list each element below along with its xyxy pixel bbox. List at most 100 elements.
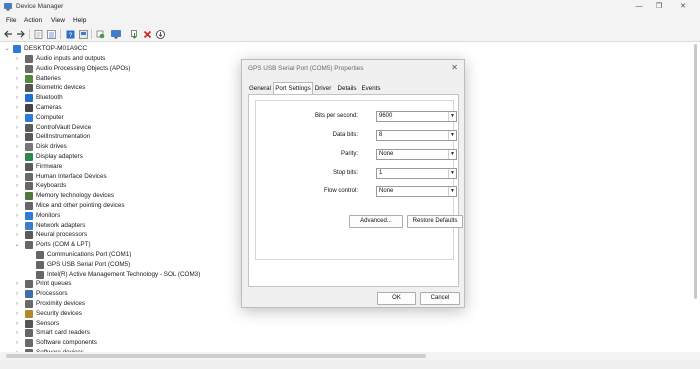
chevron-down-icon[interactable]: ▼ bbox=[448, 112, 456, 121]
advanced-button[interactable]: Advanced... bbox=[349, 215, 403, 228]
help-icon[interactable]: ? bbox=[65, 29, 75, 39]
chevron-right-icon[interactable]: › bbox=[14, 124, 20, 132]
menu-file[interactable]: File bbox=[6, 17, 16, 24]
menu-help[interactable]: Help bbox=[73, 17, 86, 24]
properties-sheet-icon[interactable] bbox=[33, 29, 43, 39]
stop-bits-select[interactable]: 1 ▼ bbox=[376, 168, 457, 179]
chevron-right-icon[interactable]: › bbox=[14, 173, 20, 181]
tree-category[interactable]: › Print queues bbox=[0, 279, 230, 289]
tree-category[interactable]: › Processors bbox=[0, 289, 230, 299]
chevron-right-icon[interactable]: › bbox=[14, 153, 20, 161]
download-icon[interactable] bbox=[155, 29, 165, 39]
ok-button[interactable]: OK bbox=[377, 292, 416, 305]
tree-category[interactable]: › Bluetooth bbox=[0, 93, 230, 103]
restore-defaults-button[interactable]: Restore Defaults bbox=[407, 215, 463, 228]
list-view-icon[interactable] bbox=[46, 29, 56, 39]
chevron-right-icon[interactable]: › bbox=[14, 182, 20, 190]
tree-category[interactable]: › Batteries bbox=[0, 74, 230, 84]
tree-category[interactable]: › Audio Processing Objects (APOs) bbox=[0, 64, 230, 74]
tree-category[interactable]: › Software components bbox=[0, 338, 230, 348]
chevron-right-icon[interactable]: › bbox=[14, 202, 20, 210]
chevron-right-icon[interactable]: › bbox=[14, 290, 20, 298]
tree-category[interactable]: › Monitors bbox=[0, 211, 230, 221]
dialog-close-button[interactable]: ✕ bbox=[451, 63, 458, 72]
chevron-right-icon[interactable]: › bbox=[14, 212, 20, 220]
tree-category[interactable]: › Mice and other pointing devices bbox=[0, 201, 230, 211]
chevron-down-icon[interactable]: ▼ bbox=[448, 169, 456, 178]
tree-category[interactable]: › Proximity devices bbox=[0, 299, 230, 309]
tree-category[interactable]: › ControlVault Device bbox=[0, 123, 230, 133]
chevron-right-icon[interactable]: › bbox=[14, 163, 20, 171]
chevron-right-icon[interactable]: › bbox=[14, 133, 20, 141]
menu-action[interactable]: Action bbox=[24, 17, 42, 24]
tab-details[interactable]: Details bbox=[336, 84, 358, 94]
chevron-down-icon[interactable]: ▼ bbox=[448, 187, 456, 196]
chevron-right-icon[interactable]: › bbox=[14, 310, 20, 318]
update-driver-icon[interactable] bbox=[129, 29, 139, 39]
chevron-right-icon[interactable]: › bbox=[14, 84, 20, 92]
horizontal-scrollbar[interactable] bbox=[0, 352, 700, 360]
horizontal-scroll-thumb[interactable] bbox=[6, 354, 426, 358]
device-panel-icon[interactable] bbox=[78, 29, 88, 39]
refresh-icon[interactable] bbox=[95, 29, 105, 39]
chevron-right-icon[interactable]: › bbox=[14, 329, 20, 337]
chevron-right-icon[interactable]: › bbox=[14, 114, 20, 122]
chevron-down-icon[interactable]: ⌄ bbox=[4, 45, 10, 53]
tree-category[interactable]: › DellInstrumentation bbox=[0, 132, 230, 142]
tree-category[interactable]: › Network adapters bbox=[0, 221, 230, 231]
parity-select[interactable]: None ▼ bbox=[376, 149, 457, 160]
chevron-right-icon[interactable]: › bbox=[14, 222, 20, 230]
chevron-down-icon[interactable]: ▼ bbox=[448, 131, 456, 140]
chevron-right-icon[interactable]: › bbox=[14, 339, 20, 347]
tab-events[interactable]: Events bbox=[360, 84, 382, 94]
tree-category[interactable]: › Cameras bbox=[0, 103, 230, 113]
flow-control-select[interactable]: None ▼ bbox=[376, 186, 457, 197]
close-window-button[interactable]: ✕ bbox=[676, 2, 690, 12]
menu-view[interactable]: View bbox=[51, 17, 65, 24]
chevron-right-icon[interactable]: › bbox=[14, 143, 20, 151]
tree-category[interactable]: › Security devices bbox=[0, 309, 230, 319]
maximize-button[interactable]: ❐ bbox=[652, 2, 666, 12]
tab-general[interactable]: General bbox=[248, 84, 272, 94]
tree-category[interactable]: › Smart card readers bbox=[0, 328, 230, 338]
chevron-down-icon[interactable]: ▼ bbox=[448, 150, 456, 159]
tree-category[interactable]: › Neural processors bbox=[0, 230, 230, 240]
chevron-right-icon[interactable]: › bbox=[14, 94, 20, 102]
chevron-right-icon[interactable]: › bbox=[14, 320, 20, 328]
tree-child-item[interactable]: Communications Port (COM1) bbox=[0, 250, 230, 260]
chevron-right-icon[interactable]: › bbox=[14, 75, 20, 83]
data-bits-select[interactable]: 8 ▼ bbox=[376, 130, 457, 141]
chevron-right-icon[interactable]: › bbox=[14, 104, 20, 112]
tree-category[interactable]: › Display adapters bbox=[0, 152, 230, 162]
tree-child-item[interactable]: Intel(R) Active Management Technology - … bbox=[0, 270, 230, 280]
chevron-right-icon[interactable]: › bbox=[14, 65, 20, 73]
vertical-scrollbar[interactable] bbox=[694, 44, 697, 299]
tree-category[interactable]: › Audio inputs and outputs bbox=[0, 54, 230, 64]
bits-per-second-select[interactable]: 9600 ▼ bbox=[376, 111, 457, 122]
chevron-right-icon[interactable]: › bbox=[14, 192, 20, 200]
stop-bits-label: Stop bits: bbox=[332, 170, 358, 176]
forward-arrow-icon[interactable] bbox=[15, 29, 25, 39]
chevron-right-icon[interactable]: › bbox=[14, 55, 20, 63]
tree-category[interactable]: › Computer bbox=[0, 113, 230, 123]
cancel-button[interactable]: Cancel bbox=[420, 292, 460, 305]
tree-category[interactable]: ⌄ Ports (COM & LPT) bbox=[0, 240, 230, 250]
tree-root[interactable]: ⌄ DESKTOP-M01A9CC bbox=[0, 44, 230, 54]
tree-category[interactable]: › Human Interface Devices bbox=[0, 172, 230, 182]
chevron-right-icon[interactable]: › bbox=[14, 280, 20, 288]
chevron-right-icon[interactable]: › bbox=[14, 300, 20, 308]
minimize-button[interactable]: — bbox=[632, 2, 646, 12]
tree-category[interactable]: › Firmware bbox=[0, 162, 230, 172]
chevron-right-icon[interactable]: › bbox=[14, 231, 20, 239]
tree-category[interactable]: › Keyboards bbox=[0, 181, 230, 191]
back-arrow-icon[interactable] bbox=[3, 29, 13, 39]
tree-category[interactable]: › Disk drives bbox=[0, 142, 230, 152]
monitor-icon[interactable] bbox=[111, 29, 121, 39]
tab-driver[interactable]: Driver bbox=[313, 84, 333, 94]
tree-category[interactable]: › Memory technology devices bbox=[0, 191, 230, 201]
tree-category[interactable]: › Sensors bbox=[0, 319, 230, 329]
uninstall-x-icon[interactable] bbox=[142, 29, 152, 39]
chevron-down-icon[interactable]: ⌄ bbox=[14, 241, 20, 249]
tree-category[interactable]: › Biometric devices bbox=[0, 83, 230, 93]
tree-child-item[interactable]: GPS USB Serial Port (COM5) bbox=[0, 260, 230, 270]
